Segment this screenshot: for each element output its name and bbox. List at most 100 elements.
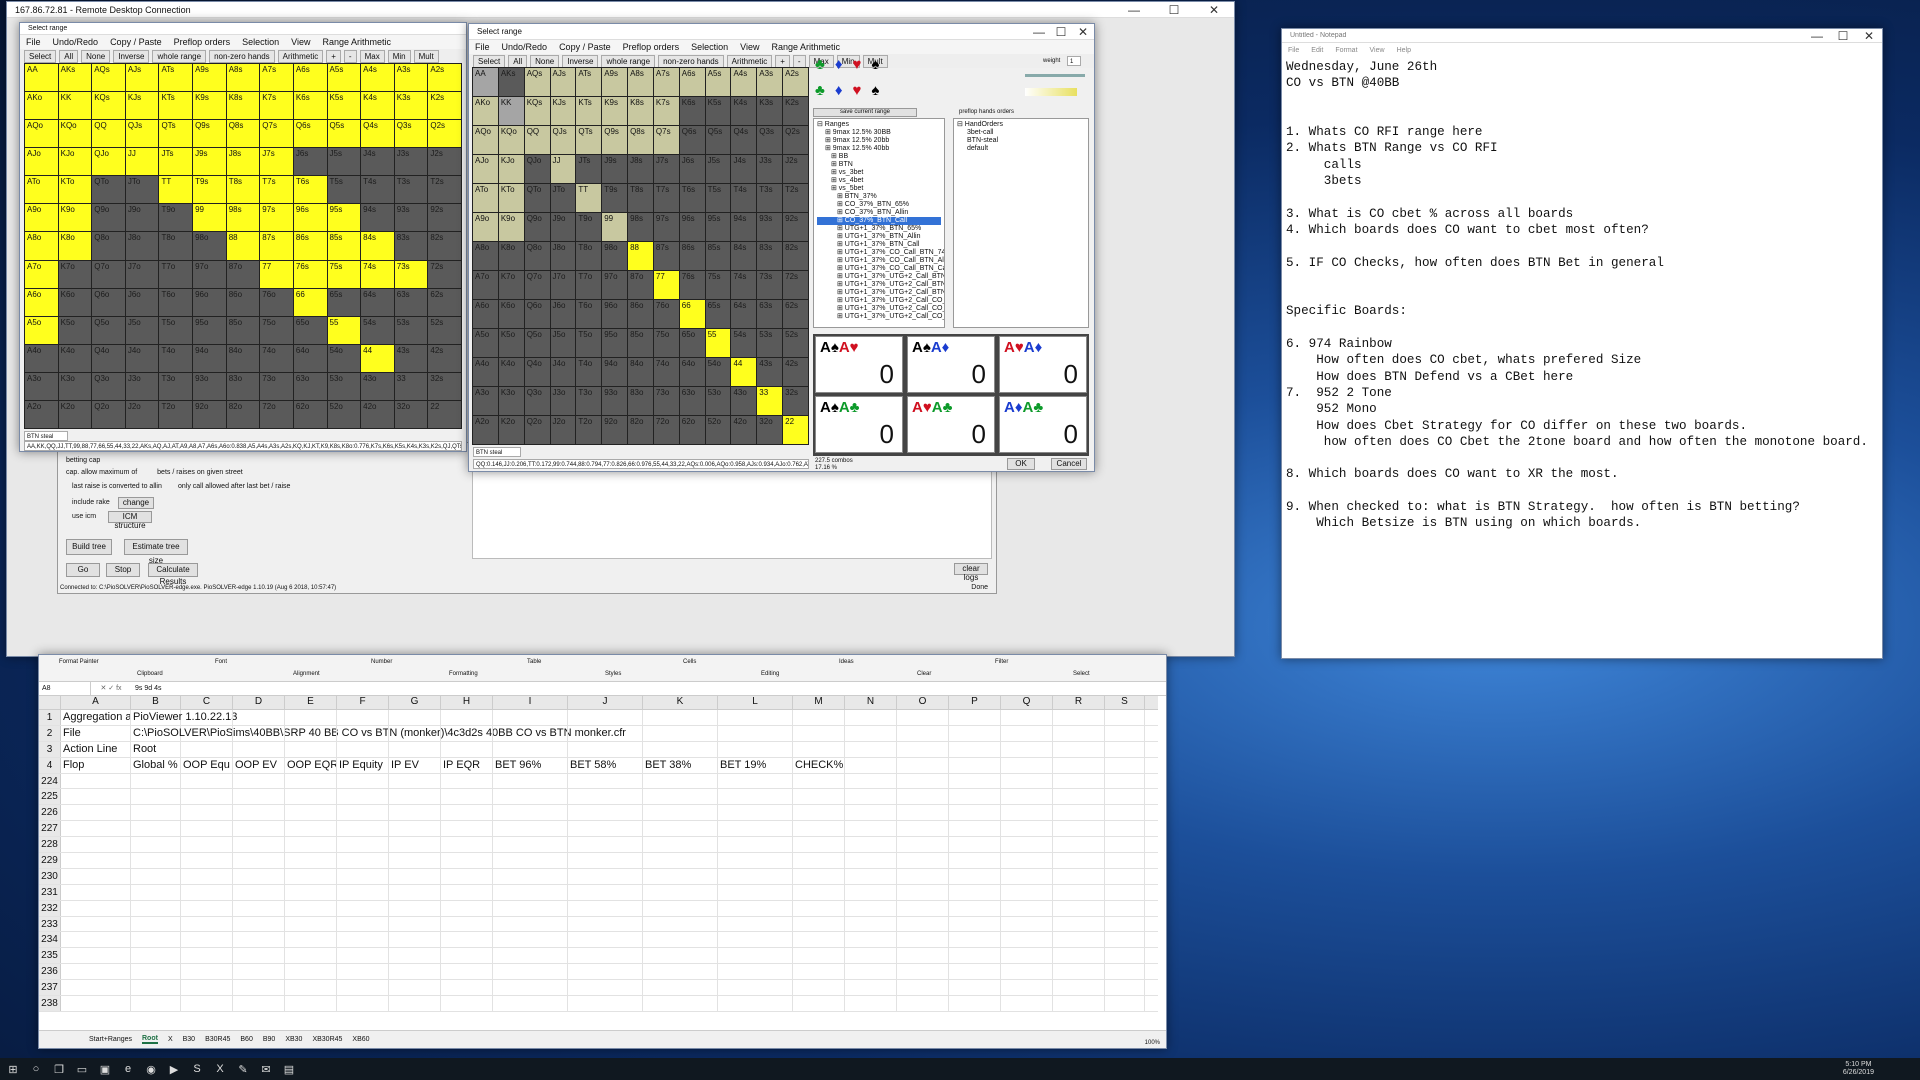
hand-cell[interactable]: J7s xyxy=(260,148,293,176)
hand-cell[interactable]: K6o xyxy=(58,288,92,316)
table-cell[interactable] xyxy=(285,805,337,821)
table-cell[interactable] xyxy=(285,980,337,996)
hand-cell[interactable]: 98o xyxy=(602,242,628,270)
hand-cell[interactable]: KTs xyxy=(576,97,602,125)
row-number[interactable]: 228 xyxy=(39,837,61,853)
hand-cell[interactable]: T5o xyxy=(576,329,602,357)
table-cell[interactable] xyxy=(285,710,337,725)
hand-cell[interactable]: Q2o xyxy=(92,400,125,428)
menu-item[interactable]: Edit xyxy=(1311,47,1323,54)
column-header[interactable]: I xyxy=(493,696,568,709)
hand-cell[interactable]: T4s xyxy=(361,176,394,204)
table-cell[interactable] xyxy=(285,853,337,868)
table-cell[interactable] xyxy=(389,725,441,741)
hand-cell[interactable]: QQ xyxy=(92,120,125,148)
hand-cell[interactable]: A2o xyxy=(25,400,58,428)
table-cell[interactable] xyxy=(793,725,845,741)
table-cell[interactable] xyxy=(181,980,233,996)
hand-cell[interactable]: T2s xyxy=(428,176,461,204)
hand-cell[interactable]: T7s xyxy=(653,184,679,212)
table-cell[interactable] xyxy=(897,868,949,884)
ribbon-label[interactable]: Ideas xyxy=(839,659,854,665)
hand-cell[interactable]: J3s xyxy=(394,148,428,176)
table-cell[interactable] xyxy=(793,710,845,725)
table-cell[interactable] xyxy=(897,741,949,757)
hand-cell[interactable]: K7s xyxy=(260,92,293,120)
hand-cell[interactable]: 94o xyxy=(602,358,628,386)
column-header[interactable]: C xyxy=(181,696,233,709)
hand-cell[interactable]: ATs xyxy=(576,68,602,96)
hand-cell[interactable]: K5s xyxy=(705,97,731,125)
tree-item[interactable]: ⊞ UTG+1_37%_CO_Call_BTN_Call xyxy=(817,265,944,273)
hand-cell[interactable]: K2s xyxy=(783,97,808,125)
hand-cell[interactable]: J3s xyxy=(757,155,783,183)
table-cell[interactable] xyxy=(897,964,949,980)
hand-cell[interactable]: KJs xyxy=(550,97,576,125)
table-cell[interactable] xyxy=(493,821,568,837)
toolbar-button[interactable]: non-zero hands xyxy=(209,49,275,63)
table-cell[interactable] xyxy=(793,853,845,868)
menu-item[interactable]: File xyxy=(475,42,490,52)
hand-cell[interactable]: T3s xyxy=(757,184,783,212)
hand-cell[interactable]: 22 xyxy=(428,400,461,428)
table-cell[interactable] xyxy=(441,741,493,757)
hand-cell[interactable]: 64s xyxy=(731,300,757,328)
table-cell[interactable] xyxy=(181,948,233,964)
table-cell[interactable] xyxy=(793,868,845,884)
hand-cell[interactable]: 42o xyxy=(361,400,394,428)
hand-cell[interactable]: KQs xyxy=(524,97,550,125)
hand-cell[interactable]: K2o xyxy=(58,400,92,428)
hand-cell[interactable]: 82o xyxy=(628,416,653,444)
hand-cell[interactable]: KQo xyxy=(498,126,524,154)
club-icon[interactable]: ♣ xyxy=(815,56,825,73)
table-cell[interactable] xyxy=(718,948,793,964)
sheet-tab[interactable]: XB60 xyxy=(352,1036,369,1043)
hand-cell[interactable]: A7o xyxy=(473,271,498,299)
hand-cell[interactable]: 82s xyxy=(428,232,461,260)
hand-cell[interactable]: A3o xyxy=(473,387,498,415)
hand-orders-tree[interactable]: ⊟ HandOrders 3bet-call BTN-steal default xyxy=(954,119,1088,155)
hand-cell[interactable]: K6s xyxy=(679,97,705,125)
hand-cell[interactable]: Q3o xyxy=(92,372,125,400)
hand-cell[interactable]: 95s xyxy=(705,213,731,241)
tree-item[interactable]: ⊞ vs_4bet xyxy=(817,177,941,185)
table-cell[interactable] xyxy=(643,741,718,757)
hand-cell[interactable]: AKs xyxy=(58,64,92,92)
table-cell[interactable] xyxy=(845,948,897,964)
table-cell[interactable] xyxy=(897,932,949,948)
row-number[interactable]: 226 xyxy=(39,805,61,821)
column-header[interactable]: J xyxy=(568,696,643,709)
table-cell[interactable] xyxy=(389,805,441,821)
sheet-tab[interactable]: XB30R45 xyxy=(312,1036,342,1043)
hand-cell[interactable]: 73s xyxy=(757,271,783,299)
table-cell[interactable] xyxy=(949,932,1001,948)
hand-cell[interactable]: J8s xyxy=(628,155,653,183)
row-number[interactable]: 231 xyxy=(39,884,61,900)
hand-cell[interactable]: AJs xyxy=(125,64,159,92)
table-cell[interactable]: Aggregation an xyxy=(61,710,131,725)
hand-cell[interactable]: QTo xyxy=(524,184,550,212)
table-cell[interactable] xyxy=(949,741,1001,757)
table-cell[interactable]: BET 19% xyxy=(718,757,793,773)
table-cell[interactable] xyxy=(1105,868,1145,884)
table-cell[interactable] xyxy=(949,710,1001,725)
row-number[interactable]: 4 xyxy=(39,757,61,773)
table-cell[interactable] xyxy=(61,916,131,932)
table-cell[interactable] xyxy=(1105,853,1145,868)
table-cell[interactable] xyxy=(718,805,793,821)
hand-cell[interactable]: 64s xyxy=(361,288,394,316)
table-cell[interactable] xyxy=(897,948,949,964)
table-cell[interactable] xyxy=(181,916,233,932)
hand-cell[interactable]: AJo xyxy=(25,148,58,176)
hand-order-item[interactable]: ⊟ HandOrders xyxy=(957,121,1085,129)
table-cell[interactable] xyxy=(718,964,793,980)
hand-cell[interactable]: J9s xyxy=(602,155,628,183)
hand-orders-panel[interactable]: ⊟ HandOrders 3bet-call BTN-steal default xyxy=(953,118,1089,328)
table-cell[interactable] xyxy=(949,853,1001,868)
table-cell[interactable] xyxy=(793,884,845,900)
hand-cell[interactable]: T6o xyxy=(159,288,193,316)
table-cell[interactable] xyxy=(793,837,845,853)
hand-cell[interactable]: Q8s xyxy=(226,120,260,148)
table-cell[interactable] xyxy=(1053,837,1105,853)
hand-cell[interactable]: A5o xyxy=(473,329,498,357)
